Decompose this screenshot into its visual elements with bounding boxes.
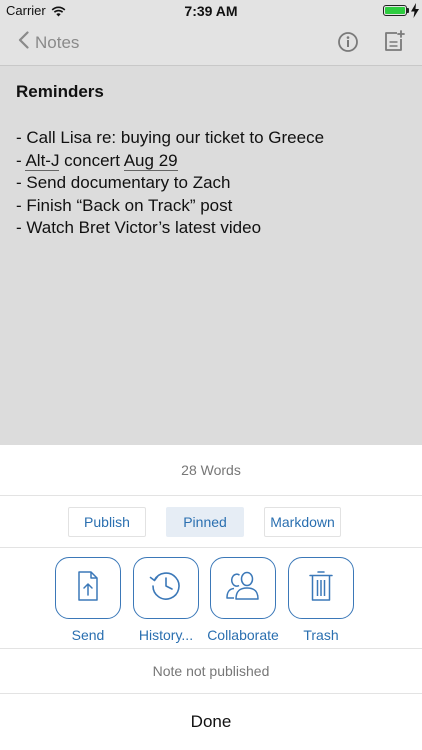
new-note-icon[interactable] [383,30,405,57]
info-icon[interactable] [337,31,359,58]
actions-row: Send History... Collaborate Trash [0,548,422,649]
note-editor[interactable]: Reminders - Call Lisa re: buying our tic… [0,66,422,445]
link-date[interactable]: Aug 29 [123,150,178,171]
note-actions-sheet: 28 Words Publish Pinned Markdown Send Hi… [0,445,422,750]
clock: 7:39 AM [184,3,238,19]
done-button[interactable]: Done [0,694,422,750]
collaborate-label: Collaborate [207,627,279,643]
charging-bolt-icon [411,3,419,23]
note-line: - Finish “Back on Track” post [16,195,233,215]
send-icon-box [55,557,121,619]
trash-label: Trash [303,627,339,643]
note-line: - Send documentary to Zach [16,173,231,192]
trash-button[interactable]: Trash [281,557,361,643]
history-icon-box [133,557,199,619]
note-line: - Watch Bret Victor’s latest video [16,218,262,237]
publish-status: Note not published [0,649,422,694]
trash-icon-box [288,557,354,619]
publish-toggle[interactable]: Publish [68,507,146,537]
link-alt-j[interactable]: Alt-J [25,150,60,171]
battery-icon [383,5,407,16]
battery-cap [407,8,409,13]
note-line: - Call Lisa re: buying our ticket to Gre… [16,128,325,147]
markdown-toggle[interactable]: Markdown [264,507,341,537]
toggle-row: Publish Pinned Markdown [0,496,422,548]
back-button[interactable]: Notes [18,31,79,54]
navigation-bar: Notes [0,22,422,66]
collaborate-button[interactable]: Collaborate [203,557,283,643]
note-lines: - Call Lisa re: buying our ticket to Gre… [16,127,324,240]
pinned-toggle[interactable]: Pinned [166,507,244,537]
share-icon [77,570,99,606]
note-line: - Alt-J concert Aug 29 [16,150,178,171]
send-label: Send [71,627,105,643]
chevron-left-icon [18,31,29,54]
history-button[interactable]: History... [126,557,206,643]
word-count: 28 Words [0,445,422,496]
people-icon [224,570,262,607]
collaborate-icon-box [210,557,276,619]
trash-icon [309,570,333,607]
send-button[interactable]: Send [48,557,128,643]
status-bar: Carrier 7:39 AM [0,0,422,22]
history-clock-icon [148,568,184,609]
back-button-label: Notes [35,32,80,52]
note-title: Reminders [16,82,104,101]
history-label: History... [138,627,194,643]
